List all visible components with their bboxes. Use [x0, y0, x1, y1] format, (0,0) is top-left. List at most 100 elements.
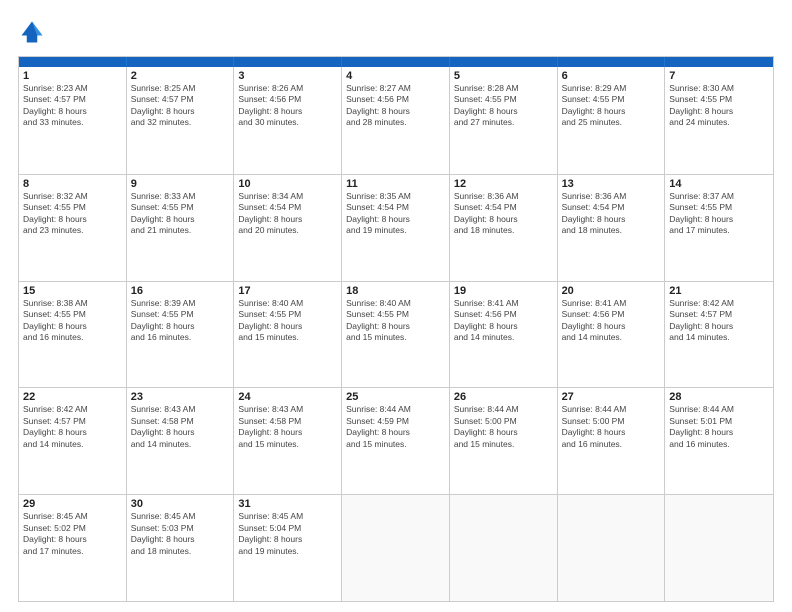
cell-info: Sunrise: 8:43 AMSunset: 4:58 PMDaylight:… [131, 404, 230, 450]
header-monday [127, 57, 235, 67]
header-saturday [665, 57, 773, 67]
day-number: 28 [669, 391, 769, 403]
calendar-body: 1Sunrise: 8:23 AMSunset: 4:57 PMDaylight… [19, 67, 773, 601]
table-row: 22Sunrise: 8:42 AMSunset: 4:57 PMDayligh… [19, 388, 127, 494]
calendar-row: 15Sunrise: 8:38 AMSunset: 4:55 PMDayligh… [19, 281, 773, 388]
table-row: 12Sunrise: 8:36 AMSunset: 4:54 PMDayligh… [450, 175, 558, 281]
cell-info: Sunrise: 8:45 AMSunset: 5:02 PMDaylight:… [23, 511, 122, 557]
day-number: 13 [562, 178, 661, 190]
table-row: 15Sunrise: 8:38 AMSunset: 4:55 PMDayligh… [19, 282, 127, 388]
day-number: 3 [238, 70, 337, 82]
cell-info: Sunrise: 8:44 AMSunset: 5:01 PMDaylight:… [669, 404, 769, 450]
header-friday [558, 57, 666, 67]
day-number: 12 [454, 178, 553, 190]
day-number: 11 [346, 178, 445, 190]
calendar-row: 1Sunrise: 8:23 AMSunset: 4:57 PMDaylight… [19, 67, 773, 174]
cell-info: Sunrise: 8:43 AMSunset: 4:58 PMDaylight:… [238, 404, 337, 450]
day-number: 22 [23, 391, 122, 403]
day-number: 5 [454, 70, 553, 82]
table-row: 21Sunrise: 8:42 AMSunset: 4:57 PMDayligh… [665, 282, 773, 388]
cell-info: Sunrise: 8:34 AMSunset: 4:54 PMDaylight:… [238, 191, 337, 237]
day-number: 2 [131, 70, 230, 82]
cell-info: Sunrise: 8:26 AMSunset: 4:56 PMDaylight:… [238, 83, 337, 129]
cell-info: Sunrise: 8:36 AMSunset: 4:54 PMDaylight:… [562, 191, 661, 237]
table-row: 17Sunrise: 8:40 AMSunset: 4:55 PMDayligh… [234, 282, 342, 388]
day-number: 9 [131, 178, 230, 190]
cell-info: Sunrise: 8:40 AMSunset: 4:55 PMDaylight:… [238, 298, 337, 344]
table-row: 26Sunrise: 8:44 AMSunset: 5:00 PMDayligh… [450, 388, 558, 494]
table-row: 1Sunrise: 8:23 AMSunset: 4:57 PMDaylight… [19, 67, 127, 174]
day-number: 8 [23, 178, 122, 190]
day-number: 16 [131, 285, 230, 297]
calendar-header [19, 57, 773, 67]
header-wednesday [342, 57, 450, 67]
cell-info: Sunrise: 8:44 AMSunset: 4:59 PMDaylight:… [346, 404, 445, 450]
cell-info: Sunrise: 8:38 AMSunset: 4:55 PMDaylight:… [23, 298, 122, 344]
day-number: 23 [131, 391, 230, 403]
table-row [665, 495, 773, 601]
cell-info: Sunrise: 8:28 AMSunset: 4:55 PMDaylight:… [454, 83, 553, 129]
table-row: 31Sunrise: 8:45 AMSunset: 5:04 PMDayligh… [234, 495, 342, 601]
day-number: 10 [238, 178, 337, 190]
table-row: 8Sunrise: 8:32 AMSunset: 4:55 PMDaylight… [19, 175, 127, 281]
table-row: 5Sunrise: 8:28 AMSunset: 4:55 PMDaylight… [450, 67, 558, 174]
table-row [342, 495, 450, 601]
day-number: 19 [454, 285, 553, 297]
calendar-row: 29Sunrise: 8:45 AMSunset: 5:02 PMDayligh… [19, 494, 773, 601]
table-row: 9Sunrise: 8:33 AMSunset: 4:55 PMDaylight… [127, 175, 235, 281]
cell-info: Sunrise: 8:29 AMSunset: 4:55 PMDaylight:… [562, 83, 661, 129]
day-number: 1 [23, 70, 122, 82]
header-tuesday [234, 57, 342, 67]
table-row: 2Sunrise: 8:25 AMSunset: 4:57 PMDaylight… [127, 67, 235, 174]
cell-info: Sunrise: 8:42 AMSunset: 4:57 PMDaylight:… [23, 404, 122, 450]
table-row: 23Sunrise: 8:43 AMSunset: 4:58 PMDayligh… [127, 388, 235, 494]
cell-info: Sunrise: 8:33 AMSunset: 4:55 PMDaylight:… [131, 191, 230, 237]
logo [18, 18, 50, 46]
cell-info: Sunrise: 8:35 AMSunset: 4:54 PMDaylight:… [346, 191, 445, 237]
cell-info: Sunrise: 8:45 AMSunset: 5:03 PMDaylight:… [131, 511, 230, 557]
calendar-row: 8Sunrise: 8:32 AMSunset: 4:55 PMDaylight… [19, 174, 773, 281]
cell-info: Sunrise: 8:27 AMSunset: 4:56 PMDaylight:… [346, 83, 445, 129]
header [18, 18, 774, 46]
day-number: 20 [562, 285, 661, 297]
logo-icon [18, 18, 46, 46]
table-row: 18Sunrise: 8:40 AMSunset: 4:55 PMDayligh… [342, 282, 450, 388]
table-row: 20Sunrise: 8:41 AMSunset: 4:56 PMDayligh… [558, 282, 666, 388]
cell-info: Sunrise: 8:40 AMSunset: 4:55 PMDaylight:… [346, 298, 445, 344]
table-row: 4Sunrise: 8:27 AMSunset: 4:56 PMDaylight… [342, 67, 450, 174]
calendar: 1Sunrise: 8:23 AMSunset: 4:57 PMDaylight… [18, 56, 774, 602]
day-number: 6 [562, 70, 661, 82]
table-row: 27Sunrise: 8:44 AMSunset: 5:00 PMDayligh… [558, 388, 666, 494]
table-row: 7Sunrise: 8:30 AMSunset: 4:55 PMDaylight… [665, 67, 773, 174]
table-row: 25Sunrise: 8:44 AMSunset: 4:59 PMDayligh… [342, 388, 450, 494]
page: 1Sunrise: 8:23 AMSunset: 4:57 PMDaylight… [0, 0, 792, 612]
table-row: 6Sunrise: 8:29 AMSunset: 4:55 PMDaylight… [558, 67, 666, 174]
day-number: 17 [238, 285, 337, 297]
cell-info: Sunrise: 8:37 AMSunset: 4:55 PMDaylight:… [669, 191, 769, 237]
day-number: 15 [23, 285, 122, 297]
day-number: 25 [346, 391, 445, 403]
table-row: 28Sunrise: 8:44 AMSunset: 5:01 PMDayligh… [665, 388, 773, 494]
cell-info: Sunrise: 8:45 AMSunset: 5:04 PMDaylight:… [238, 511, 337, 557]
day-number: 14 [669, 178, 769, 190]
header-sunday [19, 57, 127, 67]
day-number: 4 [346, 70, 445, 82]
cell-info: Sunrise: 8:23 AMSunset: 4:57 PMDaylight:… [23, 83, 122, 129]
header-thursday [450, 57, 558, 67]
day-number: 18 [346, 285, 445, 297]
table-row: 29Sunrise: 8:45 AMSunset: 5:02 PMDayligh… [19, 495, 127, 601]
table-row: 14Sunrise: 8:37 AMSunset: 4:55 PMDayligh… [665, 175, 773, 281]
cell-info: Sunrise: 8:32 AMSunset: 4:55 PMDaylight:… [23, 191, 122, 237]
table-row [558, 495, 666, 601]
cell-info: Sunrise: 8:42 AMSunset: 4:57 PMDaylight:… [669, 298, 769, 344]
cell-info: Sunrise: 8:30 AMSunset: 4:55 PMDaylight:… [669, 83, 769, 129]
day-number: 24 [238, 391, 337, 403]
day-number: 21 [669, 285, 769, 297]
table-row: 13Sunrise: 8:36 AMSunset: 4:54 PMDayligh… [558, 175, 666, 281]
table-row [450, 495, 558, 601]
table-row: 19Sunrise: 8:41 AMSunset: 4:56 PMDayligh… [450, 282, 558, 388]
table-row: 24Sunrise: 8:43 AMSunset: 4:58 PMDayligh… [234, 388, 342, 494]
table-row: 10Sunrise: 8:34 AMSunset: 4:54 PMDayligh… [234, 175, 342, 281]
cell-info: Sunrise: 8:36 AMSunset: 4:54 PMDaylight:… [454, 191, 553, 237]
table-row: 3Sunrise: 8:26 AMSunset: 4:56 PMDaylight… [234, 67, 342, 174]
